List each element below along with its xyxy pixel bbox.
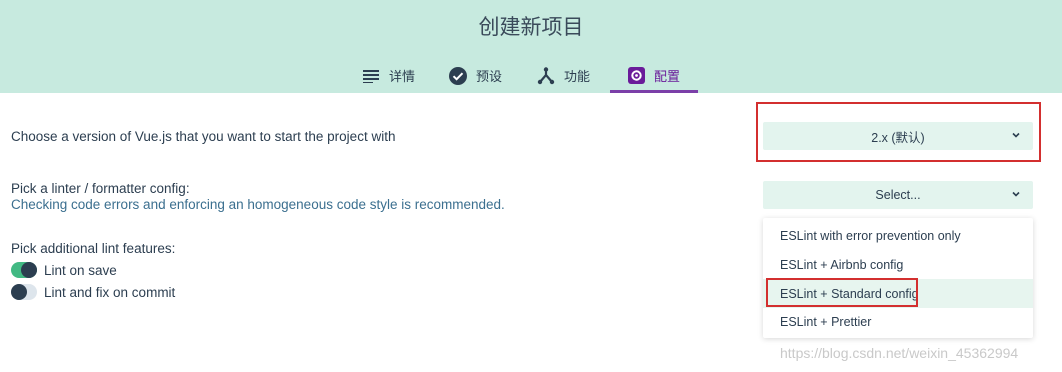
linter-select[interactable]: Select...	[763, 181, 1033, 209]
option-eslint-error-prevention[interactable]: ESLint with error prevention only	[763, 221, 1033, 250]
lint-on-save-label: Lint on save	[44, 263, 117, 278]
tab-features[interactable]: 功能	[537, 58, 590, 93]
lint-fix-commit-toggle[interactable]	[11, 284, 37, 300]
tab-label: 预设	[476, 70, 503, 85]
tab-label: 配置	[654, 70, 681, 85]
highlight-box-standard-option	[766, 278, 918, 307]
tab-presets[interactable]: 预设	[449, 58, 502, 93]
page-title: 创建新项目	[478, 15, 584, 39]
chevron-down-icon	[1012, 132, 1020, 138]
linter-label: Pick a linter / formatter config:	[11, 181, 190, 196]
fork-icon	[537, 66, 555, 85]
check-circle-icon	[449, 66, 467, 85]
select-value: 2.x (默认)	[871, 130, 925, 145]
toggle-knob	[21, 262, 37, 278]
option-eslint-airbnb[interactable]: ESLint + Airbnb config	[763, 250, 1033, 279]
settings-icon	[627, 67, 645, 85]
lint-fix-commit-label: Lint and fix on commit	[44, 285, 176, 300]
lint-on-save-toggle[interactable]	[11, 262, 37, 278]
select-placeholder: Select...	[875, 188, 921, 202]
tab-bar: 详情 预设 功能 配置	[0, 58, 1062, 93]
chevron-down-icon	[1012, 191, 1020, 197]
list-icon	[362, 67, 380, 85]
watermark: https://blog.csdn.net/weixin_45362994	[780, 345, 1019, 361]
option-eslint-prettier[interactable]: ESLint + Prettier	[763, 307, 1033, 336]
tab-details[interactable]: 详情	[362, 58, 415, 93]
toggle-knob	[11, 284, 27, 300]
tab-config[interactable]: 配置	[627, 58, 680, 93]
active-tab-indicator	[610, 90, 698, 93]
lint-features-label: Pick additional lint features:	[11, 241, 176, 256]
vue-version-label: Choose a version of Vue.js that you want…	[11, 129, 396, 144]
linter-description: Checking code errors and enforcing an ho…	[11, 197, 505, 212]
tab-label: 详情	[389, 70, 416, 85]
tab-label: 功能	[564, 70, 591, 85]
vue-version-select[interactable]: 2.x (默认)	[763, 122, 1033, 150]
